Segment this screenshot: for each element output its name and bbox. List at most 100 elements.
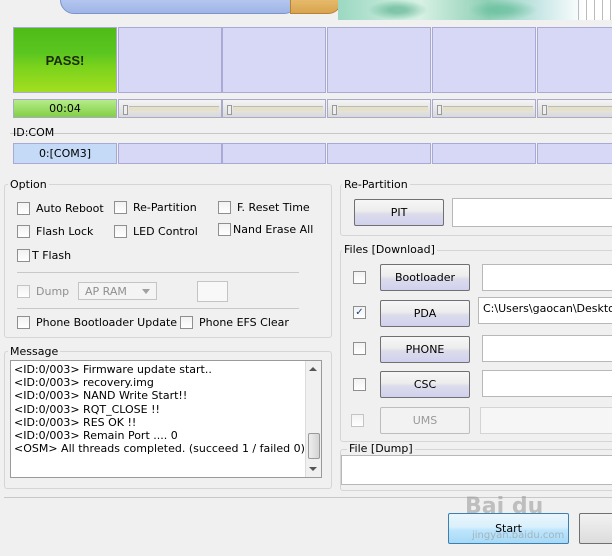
dump-value-field[interactable] [197,281,228,302]
banner-tab-orange [290,0,342,14]
ums-path-field[interactable] [480,407,612,434]
phone-efs-clear-checkbox[interactable]: Phone EFS Clear [180,316,289,329]
progress-timer: 00:04 [49,102,81,115]
option-separator-2 [17,308,299,309]
phone-button[interactable]: PHONE [380,336,470,363]
port-status-3 [222,27,326,93]
auto-reboot-box[interactable] [17,202,30,215]
re-partition-checkbox[interactable]: Re-Partition [114,201,197,214]
ums-box[interactable] [351,414,364,427]
scroll-thumb[interactable] [308,433,320,459]
com-port-6 [537,143,612,164]
phone-efs-clear-label: Phone EFS Clear [199,316,289,329]
pit-path-field[interactable] [452,198,612,227]
csc-box[interactable] [353,378,366,391]
flash-lock-checkbox[interactable]: Flash Lock [17,225,93,238]
t-flash-box[interactable] [17,249,30,262]
message-line: <ID:0/003> RQT_CLOSE !! [14,402,160,416]
flash-lock-box[interactable] [17,225,30,238]
id-com-label: ID:COM [13,126,55,139]
chevron-down-icon [142,289,150,294]
scroll-down-icon[interactable] [309,467,317,471]
bootloader-box[interactable] [353,271,366,284]
port-status-1: PASS! [13,27,117,93]
port-progress-2 [118,99,222,118]
pit-button[interactable]: PIT [354,199,444,226]
phone-path-field[interactable] [482,335,612,362]
dump-checkbox[interactable]: Dump [17,285,69,298]
csc-button[interactable]: CSC [380,371,470,398]
phone-efs-clear-box[interactable] [180,316,193,329]
port-status-4 [327,27,431,93]
phone-bootloader-update-box[interactable] [17,316,30,329]
message-line: <ID:0/003> recovery.img [14,376,154,390]
com-port-5 [432,143,536,164]
f-reset-time-box[interactable] [218,201,231,214]
auto-reboot-checkbox[interactable]: Auto Reboot [17,202,104,215]
dump-type-select[interactable]: AP RAM [78,282,157,300]
watermark-url: jingyan.baidu.com [472,530,565,541]
dump-label: Dump [36,285,70,298]
repartition-group-title: Re-Partition [342,178,410,191]
pda-button[interactable]: PDA [380,300,470,327]
phone-checkbox[interactable] [353,342,372,355]
com-port-1: 0:[COM3] [13,143,117,164]
led-control-box[interactable] [114,225,127,238]
reset-button[interactable] [579,513,612,544]
f-reset-time-label: F. Reset Time [237,201,310,214]
message-scrollbar[interactable] [305,361,321,477]
port-progress-5 [432,99,536,118]
com-port-4 [327,143,431,164]
file-dump-group-title: File [Dump] [347,442,415,455]
pda-path-field[interactable]: C:\Users\gaocan\Desktop\ [478,297,612,324]
option-group-title: Option [8,178,49,191]
ums-checkbox[interactable] [351,414,370,427]
com-port-3 [222,143,326,164]
scroll-up-icon[interactable] [309,367,317,371]
dump-type-value: AP RAM [85,284,127,298]
check-mark-icon[interactable]: ✓ [353,306,366,319]
nand-erase-all-box[interactable] [218,223,231,236]
message-line: <OSM> All threads completed. (succeed 1 … [14,442,305,456]
port-status-2 [118,27,222,93]
watermark-logo: Bai du [465,494,544,519]
dump-box[interactable] [17,285,30,298]
message-line: <ID:0/003> Firmware update start.. [14,363,212,376]
port-progress-1: 00:04 [13,99,117,118]
bootloader-checkbox[interactable] [353,271,372,284]
f-reset-time-checkbox[interactable]: F. Reset Time [218,201,310,214]
bootloader-path-field[interactable] [482,264,612,291]
pass-label: PASS! [45,52,85,68]
port-status-6 [537,27,612,93]
phone-bootloader-update-checkbox[interactable]: Phone Bootloader Update [17,316,177,329]
phone-box[interactable] [353,342,366,355]
com-port-2 [118,143,222,164]
t-flash-checkbox[interactable]: T Flash [17,249,71,262]
phone-bootloader-update-label: Phone Bootloader Update [36,316,178,329]
led-control-label: LED Control [133,225,198,238]
t-flash-label: T Flash [32,249,72,262]
message-line: <ID:0/003> Remain Port .... 0 [14,429,178,443]
message-lines: <ID:0/003> Firmware update start.. <ID:0… [14,363,305,456]
app-banner [0,0,612,22]
re-partition-label: Re-Partition [133,201,197,214]
com-port-label: 0:[COM3] [38,147,92,160]
nand-erase-all-checkbox[interactable]: Nand Erase All [218,223,313,236]
message-line: <ID:0/003> RES OK !! [14,415,137,429]
port-progress-3 [222,99,326,118]
pda-checkbox[interactable]: ✓ [353,306,372,319]
dump-path-field[interactable] [341,455,612,485]
message-log[interactable]: <ID:0/003> Firmware update start.. <ID:0… [10,360,322,478]
re-partition-box[interactable] [114,201,127,214]
files-download-group-title: Files [Download] [342,243,437,256]
csc-path-field[interactable] [482,370,612,397]
banner-artwork [338,0,612,20]
csc-checkbox[interactable] [353,378,372,391]
ums-button[interactable]: UMS [380,407,470,434]
message-group-title: Message [8,345,61,358]
option-separator-1 [17,272,299,273]
bootloader-button[interactable]: Bootloader [380,264,470,291]
led-control-checkbox[interactable]: LED Control [114,225,198,238]
port-progress-6 [537,99,612,118]
banner-tab-blue [60,0,298,14]
